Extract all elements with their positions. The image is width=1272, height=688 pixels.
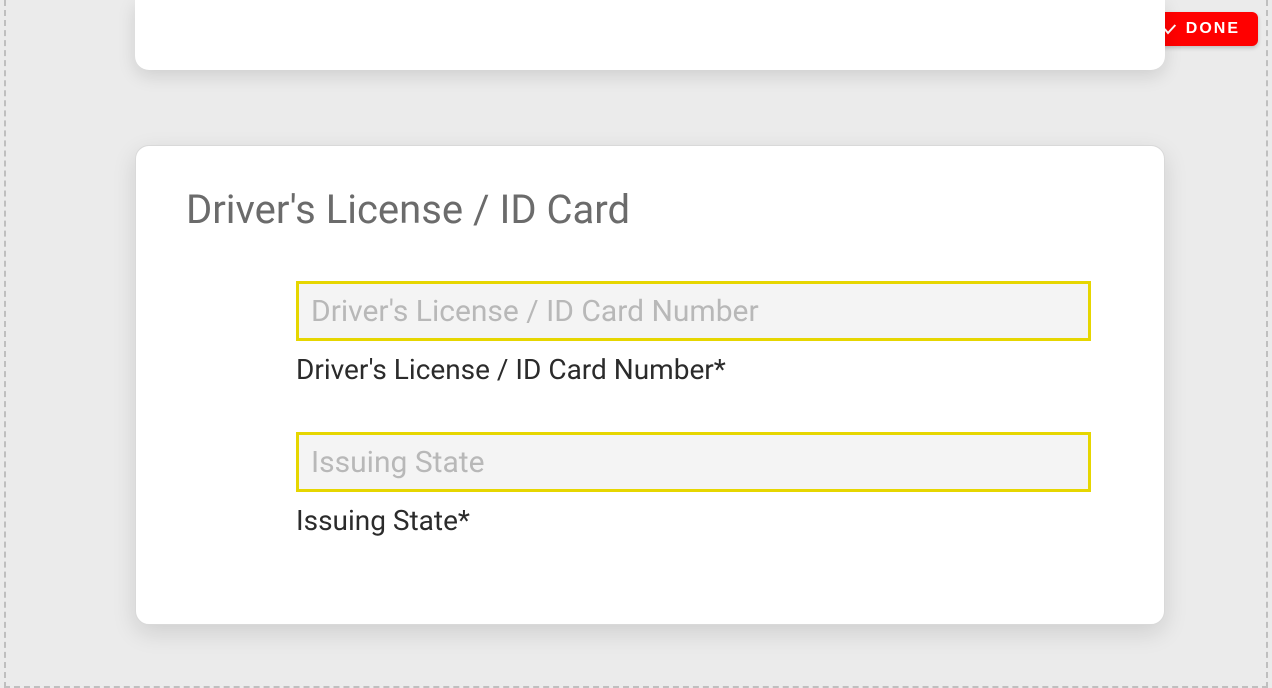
license-number-input[interactable] [296, 281, 1091, 341]
card-title: Driver's License / ID Card [186, 186, 1114, 233]
issuing-state-group: Issuing State* [296, 432, 1091, 537]
done-button-label: DONE [1186, 20, 1240, 38]
previous-card-edge [135, 0, 1165, 70]
license-number-label: Driver's License / ID Card Number* [296, 353, 1091, 386]
issuing-state-label: Issuing State* [296, 504, 1091, 537]
fields-container: Driver's License / ID Card Number* Issui… [296, 281, 1091, 537]
license-number-group: Driver's License / ID Card Number* [296, 281, 1091, 386]
issuing-state-input[interactable] [296, 432, 1091, 492]
drivers-license-card: Driver's License / ID Card Driver's Lice… [135, 145, 1165, 625]
